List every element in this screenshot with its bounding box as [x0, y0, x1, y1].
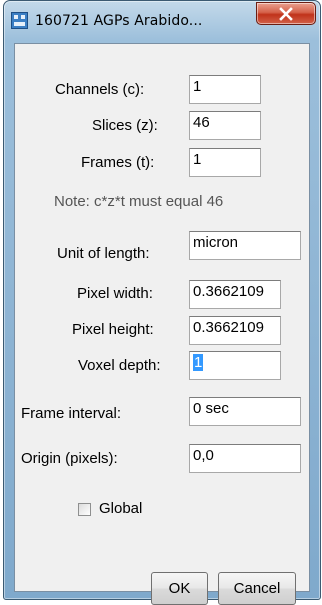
pixel-width-field[interactable]: 0.3662109	[189, 280, 281, 309]
close-icon	[279, 7, 293, 21]
frame-interval-label: Frame interval:	[21, 405, 122, 422]
constraint-note: Note: c*z*t must equal 46	[54, 193, 224, 210]
global-label[interactable]: Global	[99, 500, 142, 517]
pixel-width-label: Pixel width:	[77, 285, 153, 302]
origin-field[interactable]: 0,0	[189, 444, 301, 473]
cancel-button[interactable]: Cancel	[218, 572, 296, 605]
global-checkbox[interactable]	[78, 503, 91, 516]
voxel-depth-label: Voxel depth:	[78, 357, 161, 374]
channels-field[interactable]: 1	[189, 75, 261, 104]
pixel-height-label: Pixel height:	[72, 321, 154, 338]
frames-field[interactable]: 1	[189, 148, 261, 177]
window-title: 160721 AGPs Arabido...	[35, 13, 203, 29]
app-icon	[11, 12, 28, 29]
unit-field[interactable]: micron	[189, 231, 301, 260]
pixel-height-field[interactable]: 0.3662109	[189, 316, 281, 345]
voxel-depth-field[interactable]: 1	[189, 351, 281, 380]
dialog-body: Channels (c): 1 Slices (z): 46 Frames (t…	[14, 43, 310, 605]
frames-label: Frames (t):	[81, 154, 155, 171]
dialog-window: 160721 AGPs Arabido... Channels (c): 1 S…	[3, 0, 321, 605]
unit-label: Unit of length:	[57, 245, 150, 262]
title-bar[interactable]: 160721 AGPs Arabido...	[4, 1, 320, 43]
slices-field[interactable]: 46	[189, 111, 261, 140]
voxel-depth-selected-text: 1	[193, 354, 204, 371]
origin-label: Origin (pixels):	[21, 450, 118, 467]
close-button[interactable]	[256, 2, 316, 25]
slices-label: Slices (z):	[92, 117, 158, 134]
channels-label: Channels (c):	[55, 81, 145, 98]
ok-button[interactable]: OK	[151, 572, 208, 605]
frame-interval-field[interactable]: 0 sec	[189, 397, 301, 426]
